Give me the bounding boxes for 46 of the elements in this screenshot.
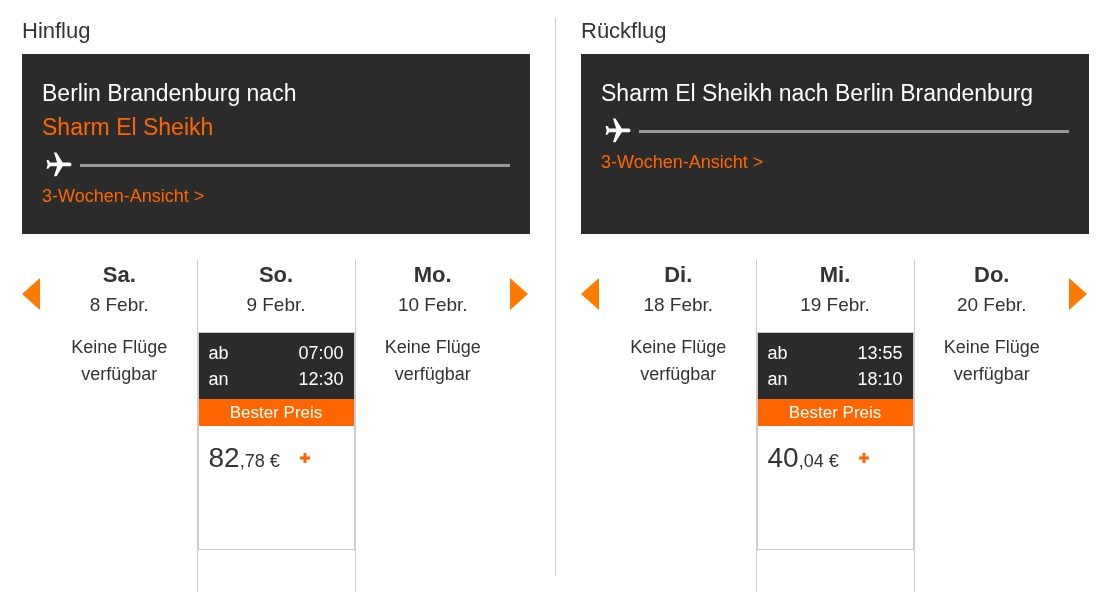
previous-button[interactable] bbox=[22, 278, 42, 312]
flight-card[interactable]: ab 07:00 an 12:30 Bester Preis 82,78 € bbox=[197, 332, 355, 550]
date: 18 Febr. bbox=[643, 294, 714, 316]
arrival-time: 18:10 bbox=[857, 368, 903, 391]
left-arrow-icon bbox=[22, 278, 40, 310]
next-button[interactable] bbox=[1069, 278, 1089, 312]
departure-time: 07:00 bbox=[298, 342, 344, 365]
no-flights-message: Keine Flüge verfügbar bbox=[70, 336, 169, 386]
flight-card[interactable]: ab 13:55 an 18:10 Bester Preis 40,04 € bbox=[756, 332, 914, 550]
right-arrow-icon bbox=[510, 278, 528, 310]
date: 10 Febr. bbox=[397, 294, 468, 316]
leg-heading: Hinflug bbox=[22, 18, 92, 45]
arrival-label: an bbox=[208, 368, 230, 391]
weekday: Sa. bbox=[102, 262, 136, 288]
route-title: Berlin Brandenburg nach Sharm El Sheikh bbox=[42, 79, 298, 142]
date: 8 Febr. bbox=[89, 294, 149, 316]
leg-heading: Rückflug bbox=[581, 18, 668, 45]
departure-time: 13:55 bbox=[857, 342, 903, 365]
no-flights-message: Keine Flüge verfügbar bbox=[383, 336, 482, 386]
next-button[interactable] bbox=[510, 278, 530, 312]
left-arrow-icon bbox=[581, 278, 599, 310]
date: 20 Febr. bbox=[956, 294, 1027, 316]
departure-label: ab bbox=[767, 342, 789, 365]
price: 82,78 € bbox=[208, 442, 280, 474]
weekday: Mi. bbox=[819, 262, 851, 288]
date: 19 Febr. bbox=[800, 294, 870, 316]
date: 9 Febr. bbox=[246, 294, 306, 316]
best-price-badge: Bester Preis bbox=[198, 399, 354, 426]
no-flights-message: Keine Flüge verfügbar bbox=[942, 336, 1041, 386]
plus-icon bbox=[858, 453, 869, 463]
departure-label: ab bbox=[208, 342, 230, 365]
arrival-time: 12:30 bbox=[298, 368, 344, 391]
best-price-badge: Bester Preis bbox=[757, 399, 913, 426]
previous-button[interactable] bbox=[581, 278, 601, 312]
weekday: Mo. bbox=[413, 262, 452, 288]
weekday: Di. bbox=[664, 262, 693, 288]
arrival-label: an bbox=[767, 368, 789, 391]
price: 40,04 € bbox=[767, 442, 839, 474]
weekday: So. bbox=[258, 262, 294, 288]
route-title: Sharm El Sheikh nach Berlin Brandenburg bbox=[601, 79, 1035, 108]
three-week-view-link[interactable]: 3-Wochen-Ansicht > bbox=[601, 152, 764, 173]
plus-icon bbox=[299, 453, 310, 463]
no-flights-message: Keine Flüge verfügbar bbox=[629, 336, 728, 386]
right-arrow-icon bbox=[1069, 278, 1087, 310]
weekday: Do. bbox=[974, 262, 1010, 288]
three-week-view-link[interactable]: 3-Wochen-Ansicht > bbox=[42, 186, 205, 207]
